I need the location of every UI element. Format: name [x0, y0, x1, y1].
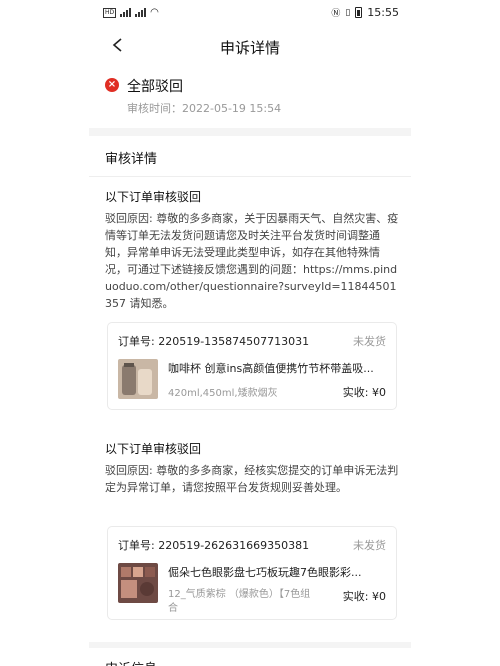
vibrate-icon: ▯ — [345, 7, 351, 18]
order-card-2[interactable]: 订单号: 220519-262631669350381 未发货 倔朵七色眼影盘七… — [107, 526, 397, 620]
product-name: 咖啡杯 创意ins高颜值便携竹节杯带盖吸... — [168, 362, 374, 375]
clock: 15:55 — [367, 6, 399, 19]
order-number: 订单号: 220519-262631669350381 — [118, 539, 310, 552]
divider — [89, 176, 411, 177]
result-title: 全部驳回 — [127, 79, 183, 95]
reject-reason-1: 驳回原因: 尊敬的多多商家，关于因暴雨天气、自然灾害、疫情等订单无法发货问题请您… — [105, 212, 399, 310]
reject-icon: × — [105, 78, 119, 92]
result-header: × 全部驳回 审核时间：2022-05-19 15:54 — [89, 66, 411, 128]
battery-icon — [355, 7, 363, 18]
product-thumbnail — [118, 563, 158, 603]
product-spec: 420ml,450ml,矮款烟灰 — [168, 388, 278, 399]
appeal-info-card: 申诉信息 — [89, 648, 411, 666]
nfc-icon: Ⓝ — [331, 9, 341, 19]
paid-amount: 实收: ¥0 — [342, 386, 386, 399]
signal-icon-2 — [135, 8, 147, 17]
product-thumbnail — [118, 359, 158, 399]
status-right: Ⓝ ▯ 15:55 — [331, 6, 399, 19]
hd-badge: HD — [103, 7, 117, 18]
signal-icon — [120, 8, 132, 17]
order-card-1[interactable]: 订单号: 220519-135874507713031 未发货 咖啡杯 创意in… — [107, 322, 397, 410]
product-spec: 12_气质紫棕 （爆款色）【7色组合 — [168, 589, 311, 614]
group-title-1: 以下订单审核驳回 — [105, 190, 202, 204]
status-bar: HD ◠ Ⓝ ▯ 15:55 — [89, 0, 411, 26]
nav-bar: 申诉详情 — [89, 26, 411, 66]
ship-status: 未发货 — [353, 539, 386, 552]
wifi-icon: ◠ — [150, 7, 159, 18]
appeal-info-title: 申诉信息 — [105, 658, 157, 666]
ship-status: 未发货 — [353, 335, 386, 348]
product-name: 倔朵七色眼影盘七巧板玩趣7色眼影彩... — [168, 566, 362, 579]
review-details-card: 审核详情 以下订单审核驳回 驳回原因: 尊敬的多多商家，关于因暴雨天气、自然灾害… — [89, 136, 411, 642]
section-title: 审核详情 — [105, 152, 158, 167]
reject-reason-2: 驳回原因: 尊敬的多多商家，经核实您提交的订单申诉无法判定为异常订单，请您按照平… — [105, 464, 399, 494]
group-title-2: 以下订单审核驳回 — [105, 442, 202, 456]
phone-screen: HD ◠ Ⓝ ▯ 15:55 申诉详情 × 全部驳回 审核时间：2022-05-… — [89, 0, 411, 666]
status-left: HD ◠ — [103, 7, 159, 18]
order-number: 订单号: 220519-135874507713031 — [118, 335, 310, 348]
paid-amount: 实收: ¥0 — [342, 590, 386, 603]
page-title: 申诉详情 — [219, 39, 280, 57]
review-time: 审核时间：2022-05-19 15:54 — [127, 102, 282, 115]
